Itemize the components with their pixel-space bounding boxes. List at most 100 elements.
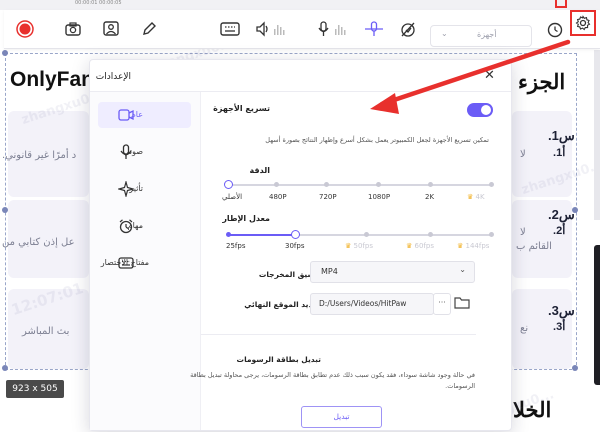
resolution-stop[interactable] bbox=[428, 182, 433, 187]
faq-question-label: س1. bbox=[548, 128, 575, 143]
nav-item-audio[interactable]: صوتي bbox=[98, 139, 191, 165]
resolution-tick: 720P bbox=[319, 193, 337, 201]
graphics-card-title: تبديل بطاقة الرسومات bbox=[236, 355, 321, 364]
crown-icon: ♛ bbox=[467, 193, 474, 201]
faq-answer-label: أ3. bbox=[553, 321, 566, 333]
selection-handle[interactable] bbox=[2, 365, 8, 371]
resolution-tick: 480P bbox=[269, 193, 287, 201]
frame-rate-title: معدل الإطار bbox=[222, 214, 270, 223]
faq-answer-text: لا bbox=[520, 149, 526, 160]
nav-item-shortcut[interactable]: مفتاح الاختصار bbox=[98, 250, 191, 276]
hw-accel-title: تسريع الأجهزة bbox=[213, 104, 270, 113]
annotation-red-mark bbox=[555, 0, 567, 8]
card-text: د أمرًا غير قانوني. bbox=[2, 150, 77, 161]
speaker-icon bbox=[256, 21, 285, 37]
resolution-title: الدقة bbox=[249, 166, 270, 175]
frame-rate-tick-pro: ♛ 60fps bbox=[406, 242, 434, 250]
nav-item-tasks[interactable]: مهام bbox=[98, 213, 191, 239]
resolution-stop[interactable] bbox=[274, 182, 279, 187]
section-divider bbox=[201, 334, 476, 335]
open-folder-button[interactable] bbox=[454, 295, 472, 311]
resolution-stop[interactable] bbox=[324, 182, 329, 187]
resolution-tick: الأصلي bbox=[222, 193, 243, 201]
screenshot-button[interactable] bbox=[62, 18, 84, 40]
graphics-card-description: في حالة وجود شاشة سوداء، فقد يكون سبب ذل… bbox=[190, 371, 475, 379]
microphone-button[interactable] bbox=[316, 18, 350, 40]
crown-icon: ♛ bbox=[457, 242, 464, 250]
faq-answer-label: أ1. bbox=[553, 147, 566, 159]
output-format-value: MP4 bbox=[321, 267, 338, 276]
faq-question-label: س3. bbox=[548, 303, 575, 318]
nav-item-label: مهام bbox=[127, 221, 143, 230]
no-watermark-button[interactable] bbox=[397, 18, 419, 40]
resolution-slider-knob[interactable] bbox=[224, 180, 233, 189]
faq-answer-label: أ2. bbox=[553, 225, 566, 237]
hw-accel-description: تمكين تسريع الأجهزة لجعل الكمبيوتر يعمل … bbox=[265, 136, 489, 144]
faq-answer-text: القائم ب bbox=[516, 241, 552, 252]
browse-more-button[interactable]: ··· bbox=[433, 293, 451, 315]
frame-rate-stop[interactable] bbox=[226, 232, 231, 237]
keyboard-button[interactable] bbox=[219, 18, 241, 40]
frame-rate-slider-fill bbox=[228, 234, 295, 236]
crown-icon: ♛ bbox=[345, 242, 352, 250]
timer-button[interactable] bbox=[544, 18, 566, 40]
capture-size-tag: 923 x 505 bbox=[6, 380, 64, 398]
faq-answer-text: نع bbox=[520, 323, 529, 334]
crown-icon: ♛ bbox=[406, 242, 413, 250]
faq-answer-text: لا bbox=[520, 227, 526, 238]
hw-accel-toggle[interactable] bbox=[467, 103, 493, 117]
wifi-mic-icon bbox=[365, 21, 383, 36]
faq-question-label: س2. bbox=[548, 207, 575, 222]
device-select[interactable]: ⌄ أجهزة bbox=[430, 25, 532, 47]
nav-item-effect[interactable]: تأثير bbox=[98, 176, 191, 202]
system-audio-button[interactable] bbox=[255, 18, 289, 40]
close-icon[interactable]: ✕ bbox=[484, 68, 495, 83]
keyboard-icon bbox=[220, 22, 240, 36]
nav-item-label: صوتي bbox=[123, 147, 143, 156]
frame-rate-stop[interactable] bbox=[489, 232, 494, 237]
webcam-button[interactable] bbox=[100, 18, 122, 40]
resolution-tick: 1080P bbox=[368, 193, 391, 201]
settings-dialog: الإعدادات ✕ عام صوتي تأثير مهام مفتاح ال… bbox=[89, 59, 512, 431]
record-icon bbox=[16, 20, 34, 38]
resolution-stop[interactable] bbox=[489, 182, 494, 187]
switch-graphics-button[interactable]: تبديل bbox=[301, 406, 382, 428]
nav-item-label: تأثير bbox=[129, 184, 143, 193]
microphone-icon bbox=[318, 21, 346, 36]
camera-icon bbox=[65, 22, 81, 36]
draw-button[interactable] bbox=[138, 18, 160, 40]
selection-handle[interactable] bbox=[572, 365, 578, 371]
frame-rate-stop[interactable] bbox=[364, 232, 369, 237]
timer-icon bbox=[547, 22, 563, 38]
frame-rate-slider-knob[interactable] bbox=[291, 230, 300, 239]
chevron-down-icon: ⌄ bbox=[459, 265, 466, 274]
output-format-select[interactable]: MP4 ⌄ bbox=[310, 261, 475, 283]
record-button[interactable] bbox=[14, 18, 36, 40]
device-select-value: أجهزة bbox=[477, 30, 497, 39]
page-scrollbar[interactable] bbox=[594, 50, 600, 220]
selection-handle[interactable] bbox=[2, 50, 8, 56]
card-text: بث المباشر bbox=[22, 326, 70, 337]
graphics-card-description-2: الرسومات. bbox=[445, 382, 475, 390]
frame-rate-stop[interactable] bbox=[428, 232, 433, 237]
settings-button[interactable] bbox=[570, 10, 596, 36]
nav-item-label: عام bbox=[130, 110, 143, 119]
nav-item-general[interactable]: عام bbox=[98, 102, 191, 128]
folder-icon bbox=[454, 297, 470, 309]
settings-icon bbox=[575, 15, 591, 31]
recorder-toolbar: ⌄ أجهزة bbox=[4, 10, 600, 49]
frame-rate-tick-pro: ♛ 50fps bbox=[345, 242, 373, 250]
resolution-tick-pro: ♛ 4K bbox=[467, 193, 485, 201]
resolution-slider-track[interactable] bbox=[228, 184, 493, 186]
resolution-stop[interactable] bbox=[376, 182, 381, 187]
resolution-tick: 2K bbox=[425, 193, 435, 201]
webcam-icon bbox=[103, 21, 119, 36]
page-heading-right: الجزء bbox=[518, 71, 566, 94]
output-path-field[interactable]: D:/Users/Videos/HitPaw bbox=[310, 293, 434, 315]
mic-effect-button[interactable] bbox=[363, 18, 385, 40]
chevron-down-icon: ⌄ bbox=[441, 29, 448, 38]
output-path-value: D:/Users/Videos/HitPaw bbox=[319, 299, 407, 308]
pen-icon bbox=[143, 22, 156, 35]
side-panel-edge bbox=[594, 245, 600, 385]
dialog-title: الإعدادات bbox=[95, 72, 131, 82]
